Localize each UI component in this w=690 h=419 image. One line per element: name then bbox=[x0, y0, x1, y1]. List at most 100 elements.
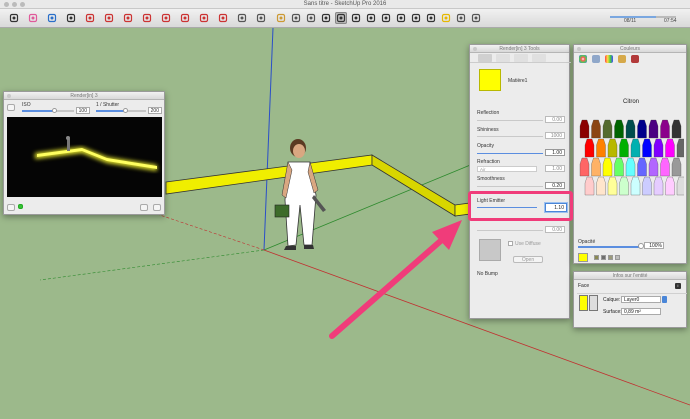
crayon[interactable] bbox=[660, 157, 670, 177]
crayon[interactable] bbox=[584, 138, 595, 158]
colour-sliders-icon[interactable] bbox=[592, 55, 600, 63]
crayon[interactable] bbox=[665, 176, 675, 196]
crayon-box[interactable] bbox=[578, 118, 684, 200]
crayon[interactable] bbox=[630, 138, 641, 158]
image-palettes-icon[interactable] bbox=[618, 55, 626, 63]
saved-colour-4[interactable] bbox=[615, 255, 620, 260]
crayon[interactable] bbox=[602, 119, 613, 139]
reflection-slider[interactable] bbox=[477, 120, 543, 121]
iso-slider-knob[interactable] bbox=[51, 108, 57, 113]
crayon[interactable] bbox=[671, 157, 682, 177]
scene-time-control[interactable]: 08/11 07:54 bbox=[600, 12, 680, 24]
crayon[interactable] bbox=[648, 119, 659, 139]
crayon[interactable] bbox=[596, 138, 606, 158]
crayon[interactable] bbox=[591, 157, 601, 177]
crayon[interactable] bbox=[614, 119, 624, 139]
open-texture-button[interactable]: Open bbox=[513, 256, 543, 263]
info-icon[interactable]: i bbox=[675, 283, 681, 289]
tab-environment[interactable] bbox=[532, 54, 546, 62]
reflection-value[interactable]: 0.00 bbox=[545, 116, 565, 123]
shutter-value[interactable]: 200 bbox=[148, 107, 162, 114]
colour-wheel-icon[interactable] bbox=[579, 55, 587, 63]
dimension-tool-icon[interactable] bbox=[290, 12, 302, 24]
chevron-down-icon[interactable] bbox=[662, 296, 667, 303]
text-tool-icon[interactable] bbox=[255, 12, 267, 24]
material-panel-titlebar[interactable]: Render[in] 3 Tools bbox=[470, 45, 569, 53]
shininess-slider[interactable] bbox=[477, 136, 543, 137]
tab-settings[interactable] bbox=[514, 54, 528, 62]
orbit-tool-icon[interactable] bbox=[335, 12, 347, 24]
shutter-slider[interactable] bbox=[96, 108, 146, 113]
refresh-icon[interactable] bbox=[7, 204, 15, 211]
protractor-tool-icon[interactable] bbox=[305, 12, 317, 24]
saved-colour-3[interactable] bbox=[608, 255, 613, 260]
back-material-swatch[interactable] bbox=[589, 295, 598, 311]
tab-material[interactable] bbox=[478, 54, 492, 62]
iso-value[interactable]: 100 bbox=[76, 107, 90, 114]
layer-select[interactable]: Layer0 bbox=[621, 296, 661, 303]
use-diffuse-checkbox[interactable] bbox=[508, 241, 513, 246]
push-pull-tool-icon[interactable] bbox=[122, 12, 134, 24]
close-icon[interactable] bbox=[473, 47, 477, 51]
front-material-swatch[interactable] bbox=[579, 295, 588, 311]
material-tools-panel[interactable]: Render[in] 3 Tools Matière1 Reflection 0… bbox=[469, 44, 571, 319]
section-tool-icon[interactable] bbox=[320, 12, 332, 24]
shutter-slider-knob[interactable] bbox=[123, 108, 128, 113]
smoothness-value[interactable]: 0.20 bbox=[545, 182, 565, 189]
gear-icon[interactable] bbox=[140, 204, 148, 211]
crayon[interactable] bbox=[665, 138, 675, 158]
entity-info-panel[interactable]: Infos sur l'entité Face i Calque: Layer0… bbox=[573, 271, 687, 328]
render-preview-window[interactable]: Render[in] 3 ISO 100 1 / Shutter 200 bbox=[3, 91, 165, 215]
close-icon[interactable] bbox=[577, 47, 581, 51]
crayon[interactable] bbox=[630, 176, 641, 196]
crayon[interactable] bbox=[648, 157, 659, 177]
shadow-tool-icon[interactable] bbox=[470, 12, 482, 24]
entity-info-titlebar[interactable]: Infos sur l'entité bbox=[574, 272, 686, 280]
paint-tool-icon[interactable] bbox=[46, 12, 58, 24]
crayon[interactable] bbox=[653, 176, 664, 196]
crayon[interactable] bbox=[607, 176, 618, 196]
rotate-tool-icon[interactable] bbox=[160, 12, 172, 24]
opacity-value[interactable]: 1.00 bbox=[545, 149, 565, 156]
pan-tool-icon[interactable] bbox=[350, 12, 362, 24]
zoom-tool-icon[interactable] bbox=[365, 12, 377, 24]
saved-colour-2[interactable] bbox=[601, 255, 606, 260]
position-tool-icon[interactable] bbox=[425, 12, 437, 24]
shininess-value[interactable]: 1000 bbox=[545, 132, 565, 139]
crayon[interactable] bbox=[602, 157, 613, 177]
crayon[interactable] bbox=[584, 176, 595, 196]
crayon[interactable] bbox=[579, 119, 590, 139]
render-tool-icon[interactable] bbox=[440, 12, 452, 24]
move-tool-icon[interactable] bbox=[141, 12, 153, 24]
smoothness-slider[interactable] bbox=[477, 186, 543, 187]
colours-panel[interactable]: Couleurs Citron Opacité 100% bbox=[573, 44, 687, 264]
axes-tool-icon[interactable] bbox=[275, 12, 287, 24]
crayon[interactable] bbox=[642, 176, 652, 196]
eraser-tool-icon[interactable] bbox=[27, 12, 39, 24]
extra-slider[interactable] bbox=[477, 230, 543, 231]
extra-value[interactable]: 0.00 bbox=[545, 226, 565, 233]
colour-palettes-icon[interactable] bbox=[605, 55, 613, 63]
crayon[interactable] bbox=[625, 119, 636, 139]
crayon[interactable] bbox=[591, 119, 601, 139]
crayon[interactable] bbox=[637, 157, 647, 177]
close-icon[interactable] bbox=[7, 94, 11, 98]
material-swatch[interactable] bbox=[479, 69, 501, 91]
iso-slider[interactable] bbox=[22, 108, 74, 113]
light-strip-segment-2[interactable] bbox=[371, 154, 456, 217]
tab-lights[interactable] bbox=[496, 54, 510, 62]
zoom-extents-tool-icon[interactable] bbox=[380, 12, 392, 24]
crayon[interactable] bbox=[653, 138, 664, 158]
opacity-slider[interactable] bbox=[477, 153, 543, 154]
crayons-icon[interactable] bbox=[631, 55, 639, 63]
follow-me-tool-icon[interactable] bbox=[217, 12, 229, 24]
opacity-slider[interactable] bbox=[578, 246, 640, 248]
offset-tool-icon[interactable] bbox=[198, 12, 210, 24]
crayon[interactable] bbox=[619, 138, 629, 158]
crayon[interactable] bbox=[676, 176, 684, 196]
crayon[interactable] bbox=[642, 138, 652, 158]
refraction-preset-select[interactable]: Air bbox=[477, 166, 537, 172]
current-colour-well[interactable] bbox=[578, 253, 588, 262]
crayon[interactable] bbox=[579, 157, 590, 177]
walk-tool-icon[interactable] bbox=[395, 12, 407, 24]
